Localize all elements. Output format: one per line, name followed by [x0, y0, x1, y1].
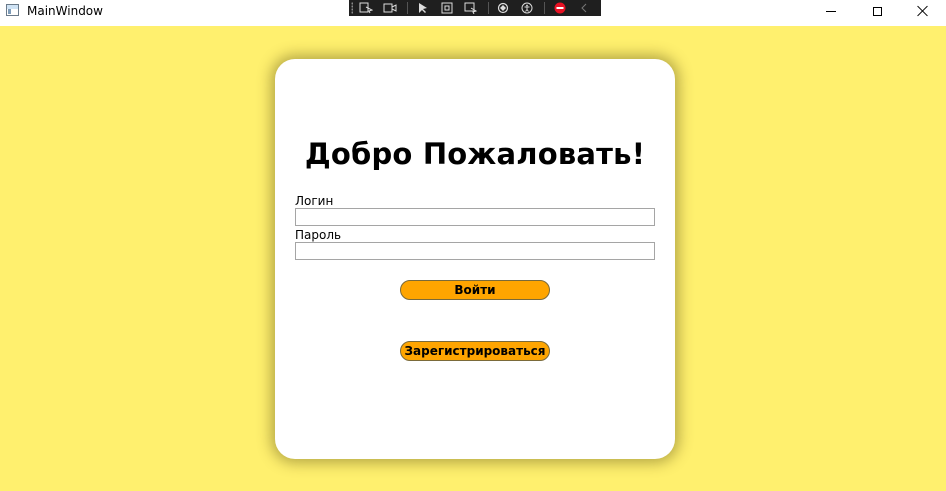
debug-toolbar: [349, 0, 601, 16]
login-label: Логин: [295, 194, 334, 208]
login-card: Добро Пожаловать! Логин Пароль Войти Зар…: [275, 59, 675, 459]
close-icon: [917, 5, 929, 17]
disable-icon[interactable]: [553, 2, 567, 14]
accessibility-icon[interactable]: [520, 2, 534, 14]
close-button[interactable]: [900, 0, 946, 22]
password-input[interactable]: [295, 242, 655, 260]
toolbar-separator: [487, 2, 489, 14]
track-focus-icon[interactable]: [464, 2, 478, 14]
login-input[interactable]: [295, 208, 655, 226]
window-title: MainWindow: [27, 4, 103, 18]
title-bar[interactable]: MainWindow: [0, 0, 946, 24]
main-window: MainWindow Добро Пожаловать! Логин Парол…: [0, 0, 946, 491]
layout-adorner-icon[interactable]: [440, 2, 454, 14]
pointer-select-icon[interactable]: [416, 2, 430, 14]
toolbar-separator: [544, 2, 546, 14]
toolbar-grip-icon[interactable]: [351, 2, 354, 14]
window-controls: [808, 0, 946, 22]
password-label: Пароль: [295, 228, 342, 242]
maximize-button[interactable]: [854, 0, 900, 22]
toolbar-separator: [407, 2, 408, 14]
minimize-button[interactable]: [808, 0, 854, 22]
minimize-icon: [826, 10, 836, 12]
collapse-chevron-icon[interactable]: [577, 2, 591, 14]
login-button[interactable]: Войти: [400, 280, 550, 300]
register-button[interactable]: Зарегистрироваться: [400, 341, 550, 361]
hot-reload-icon[interactable]: [496, 2, 510, 14]
welcome-title: Добро Пожаловать!: [304, 137, 646, 171]
maximize-icon: [872, 6, 882, 16]
select-element-icon[interactable]: [359, 2, 374, 14]
app-window-icon: [6, 4, 19, 16]
record-icon[interactable]: [383, 2, 397, 14]
content-area: Добро Пожаловать! Логин Пароль Войти Зар…: [0, 26, 946, 491]
